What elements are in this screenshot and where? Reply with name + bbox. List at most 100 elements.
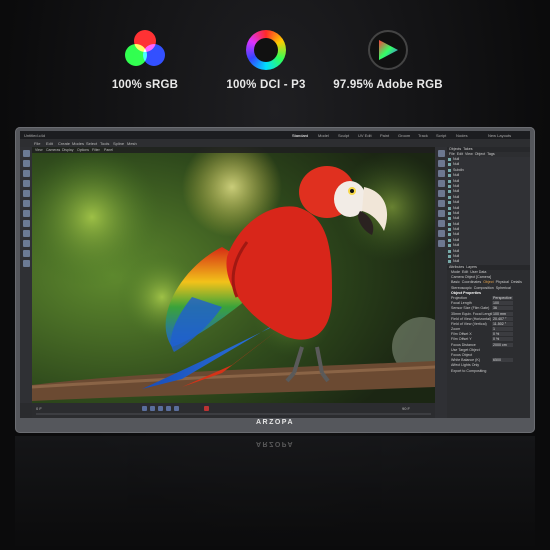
sub-tab-physical[interactable]: Physical	[496, 280, 509, 284]
sub-tab-spherical[interactable]: Spherical	[496, 286, 511, 290]
record-icon[interactable]	[204, 406, 209, 411]
move-tool-icon[interactable]	[22, 150, 30, 157]
brush-tool-icon[interactable]	[22, 240, 30, 247]
sub-tab-object[interactable]: Object	[483, 280, 493, 284]
layout-tab-nodes[interactable]: Nodes	[456, 133, 468, 138]
viewport-menu-filter[interactable]: Filter	[92, 148, 100, 152]
generator-icon[interactable]	[437, 170, 445, 177]
layout-tab-model[interactable]: Model	[318, 133, 329, 138]
camera-icon[interactable]	[437, 200, 445, 207]
objects-menu-view[interactable]: View	[465, 152, 473, 156]
layout-tab-uv-edit[interactable]: UV Edit	[358, 133, 372, 138]
adobe-rgb-badge: 97.95% Adobe RGB	[318, 30, 458, 91]
layout-tab-groom[interactable]: Groom	[398, 133, 410, 138]
adobe-rgb-label: 97.95% Adobe RGB	[333, 79, 443, 91]
color-gamut-badges: 100% sRGB 100% DCI - P3 97.95% Adobe RGB	[0, 30, 550, 100]
axis-tool-icon[interactable]	[22, 220, 30, 227]
rotate-tool-icon[interactable]	[22, 170, 30, 177]
monitor-screen: Untitled.c4d Standard Model Sculpt UV Ed…	[20, 131, 530, 418]
brand-logo: ARZOPA	[255, 419, 295, 426]
select-tool-icon[interactable]	[22, 180, 30, 187]
menu-modes[interactable]: Modes	[72, 141, 84, 146]
parrot-render	[32, 147, 435, 403]
takes-tab[interactable]: Takes	[463, 147, 472, 151]
deformer-icon[interactable]	[437, 180, 445, 187]
srgb-label: 100% sRGB	[111, 79, 179, 91]
attributes-tab[interactable]: Attributes	[449, 265, 464, 269]
dci-p3-label: 100% DCI - P3	[226, 79, 306, 91]
right-toolbar	[435, 147, 447, 418]
objects-panel: Objects Takes File Edit View Object Tags…	[447, 147, 530, 265]
sub-tab-stereoscopic[interactable]: Stereoscopic	[451, 286, 472, 290]
scene-icon[interactable]	[437, 220, 445, 227]
menu-file[interactable]: File	[34, 141, 40, 146]
layout-tab-standard[interactable]: Standard	[292, 133, 308, 138]
material-icon[interactable]	[437, 230, 445, 237]
menu-mesh[interactable]: Mesh	[127, 141, 137, 146]
layout-tab-script[interactable]: Script	[436, 133, 446, 138]
layout-tab-track[interactable]: Track	[418, 133, 428, 138]
objects-menu-tags[interactable]: Tags	[487, 152, 495, 156]
magnet-tool-icon[interactable]	[22, 260, 30, 267]
play-icon[interactable]	[158, 406, 163, 411]
previous-frame-icon[interactable]	[150, 406, 155, 411]
rgb-circles-icon	[125, 30, 165, 70]
layout-tab-sculpt[interactable]: Sculpt	[338, 133, 349, 138]
objects-tab[interactable]: Objects	[449, 147, 461, 151]
viewport-menu-display[interactable]: Display	[62, 148, 73, 152]
menu-create[interactable]: Create	[58, 141, 70, 146]
app-tab-bar: Untitled.c4d Standard Model Sculpt UV Ed…	[20, 131, 530, 139]
menu-tools[interactable]: Tools	[100, 141, 109, 146]
timeline-bar[interactable]: 0 F 90 F	[32, 403, 435, 418]
viewport-menu-options[interactable]: Options	[77, 148, 89, 152]
srgb-badge: 100% sRGB	[75, 30, 215, 91]
attributes-menu-mode[interactable]: Mode	[451, 270, 460, 274]
viewport-menu-cameras[interactable]: Cameras	[46, 148, 60, 152]
monitor-reflection: ARZOPA	[15, 436, 535, 546]
menu-spline[interactable]: Spline	[113, 141, 124, 146]
attributes-menu-edit[interactable]: Edit	[462, 270, 468, 274]
snap-tool-icon[interactable]	[22, 230, 30, 237]
timeline-end-frame: 90 F	[402, 406, 411, 411]
tag-icon[interactable]	[437, 240, 445, 247]
layers-tab[interactable]: Layers	[466, 265, 477, 269]
go-to-start-icon[interactable]	[142, 406, 147, 411]
portable-monitor: Untitled.c4d Standard Model Sculpt UV Ed…	[15, 127, 535, 433]
cube-icon[interactable]	[437, 150, 445, 157]
new-layouts-button[interactable]: New Layouts	[488, 133, 511, 138]
attributes-panel: Attributes Layers Mode Edit User Data Ca…	[447, 265, 530, 418]
color-triangle-icon	[368, 30, 408, 70]
sub-tab-basic[interactable]: Basic	[451, 280, 460, 284]
app-menu-bar: File Edit Create Modes Select Tools Spli…	[20, 139, 530, 147]
sub-tab-composition[interactable]: Composition	[474, 286, 494, 290]
viewport-menu-bar: View Cameras Display Options Filter Pane…	[32, 147, 435, 153]
3d-viewport[interactable]: View Cameras Display Options Filter Pane…	[32, 147, 435, 403]
viewport-menu-panel[interactable]: Panel	[104, 148, 113, 152]
light-icon[interactable]	[437, 210, 445, 217]
sub-tab-details[interactable]: Details	[511, 280, 522, 284]
attr-row-export-compositing[interactable]: Export to Compositing	[447, 369, 530, 374]
objects-menu-edit[interactable]: Edit	[457, 152, 463, 156]
sub-tab-coordinates[interactable]: Coordinates	[462, 280, 481, 284]
layout-tab-paint[interactable]: Paint	[380, 133, 389, 138]
go-to-end-icon[interactable]	[174, 406, 179, 411]
spline-icon[interactable]	[437, 160, 445, 167]
edge-mode-icon[interactable]	[22, 200, 30, 207]
object-row[interactable]: Null	[447, 259, 530, 264]
polygon-mode-icon[interactable]	[22, 190, 30, 197]
timeline-track[interactable]	[36, 413, 431, 415]
file-tab[interactable]: Untitled.c4d	[24, 133, 45, 138]
next-frame-icon[interactable]	[166, 406, 171, 411]
menu-edit[interactable]: Edit	[46, 141, 53, 146]
field-icon[interactable]	[437, 190, 445, 197]
objects-menu-file[interactable]: File	[449, 152, 455, 156]
attributes-menu-user-data[interactable]: User Data	[470, 270, 486, 274]
point-mode-icon[interactable]	[22, 210, 30, 217]
viewport-menu-view[interactable]: View	[35, 148, 43, 152]
knife-tool-icon[interactable]	[22, 250, 30, 257]
scale-tool-icon[interactable]	[22, 160, 30, 167]
menu-select[interactable]: Select	[86, 141, 97, 146]
brand-logo-reflection: ARZOPA	[255, 440, 295, 447]
objects-menu-object[interactable]: Object	[475, 152, 485, 156]
left-toolbar	[20, 147, 32, 403]
